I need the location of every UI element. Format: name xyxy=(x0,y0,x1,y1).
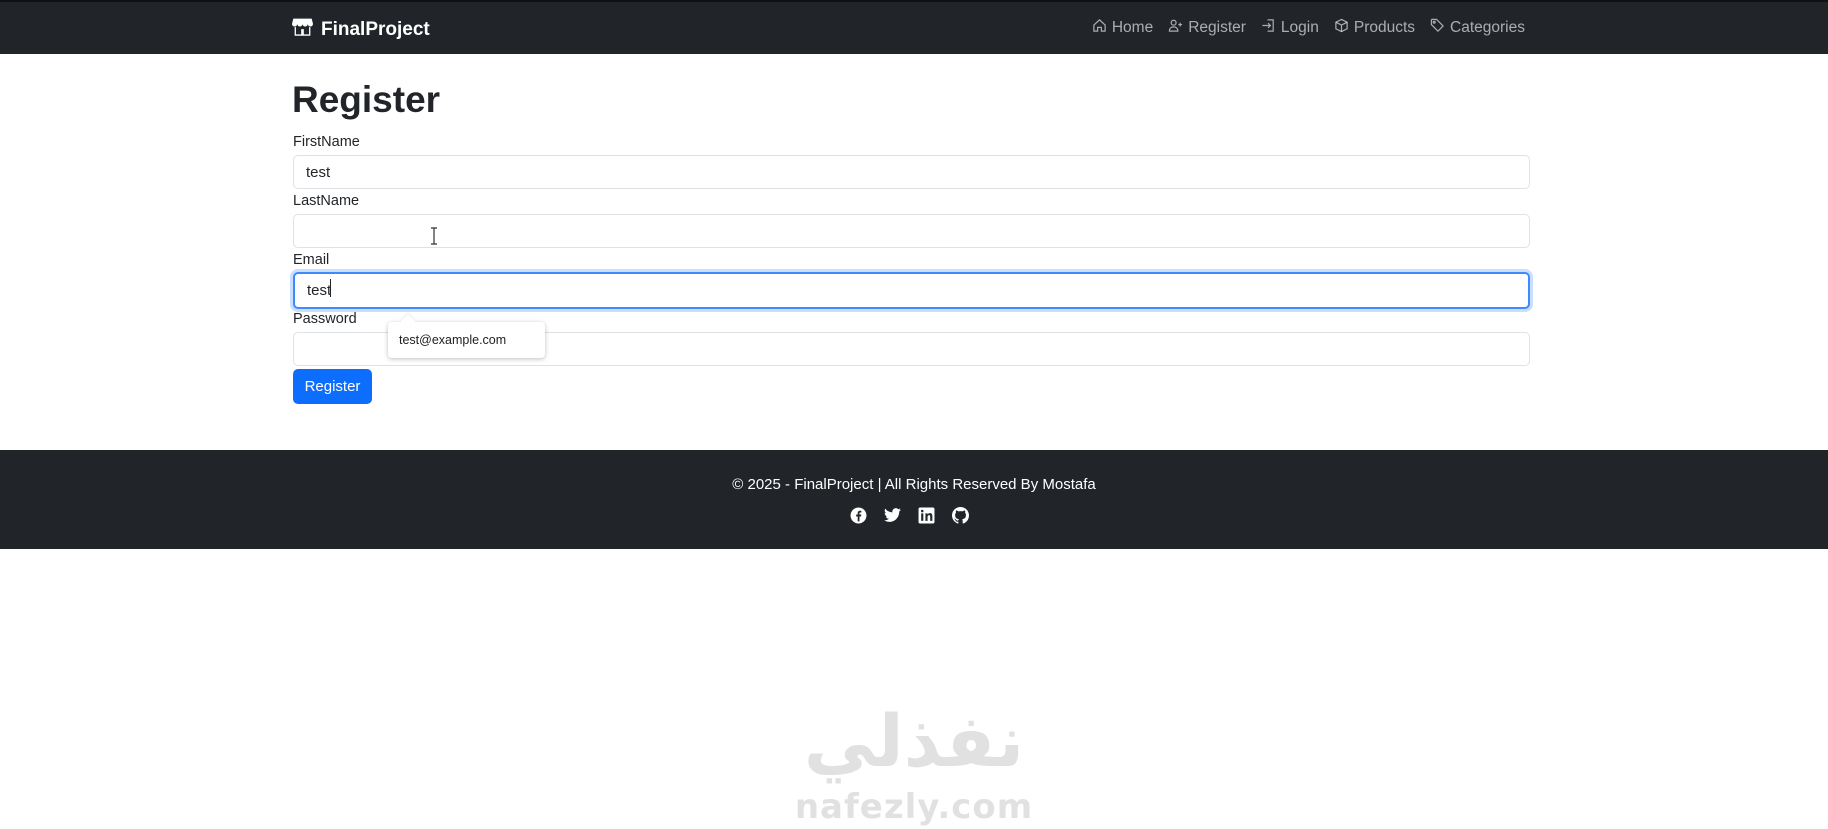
house-icon xyxy=(1092,18,1107,38)
linkedin-icon[interactable] xyxy=(918,507,935,524)
nav-categories-label: Categories xyxy=(1450,19,1525,36)
facebook-icon[interactable] xyxy=(850,507,867,524)
tags-icon xyxy=(1430,18,1445,38)
nav-home[interactable]: Home xyxy=(1092,18,1153,38)
box-arrow-in-icon xyxy=(1261,18,1276,38)
github-icon[interactable] xyxy=(952,507,969,524)
watermark-logo-latin: nafezly.com xyxy=(794,787,1034,827)
email-label: Email xyxy=(293,252,330,268)
social-links xyxy=(850,507,969,524)
footer: © 2025 - FinalProject | All Rights Reser… xyxy=(0,450,1828,549)
last-name-field[interactable] xyxy=(293,214,1530,248)
nav-products-label: Products xyxy=(1353,19,1416,36)
first-name-label: FirstName xyxy=(293,134,360,150)
box-icon xyxy=(1334,18,1349,38)
brand-link[interactable]: FinalProject xyxy=(292,16,430,43)
text-cursor-icon xyxy=(431,227,437,245)
register-button[interactable]: Register xyxy=(293,369,372,404)
brand-label: FinalProject xyxy=(321,18,430,40)
autocomplete-suggestion[interactable]: test@example.com xyxy=(388,322,545,358)
footer-copyright: © 2025 - FinalProject | All Rights Reser… xyxy=(732,476,1096,493)
twitter-icon[interactable] xyxy=(884,507,901,524)
autocomplete-suggestion-label: test@example.com xyxy=(399,333,507,347)
watermark-logo-arabic: نفذلي xyxy=(803,699,1025,783)
nav-home-label: Home xyxy=(1111,19,1154,36)
password-label: Password xyxy=(293,311,357,327)
nav-register-label: Register xyxy=(1188,19,1246,36)
navbar: FinalProject Home Register Login Product… xyxy=(0,0,1828,54)
email-field[interactable] xyxy=(293,272,1530,309)
nav-login-label: Login xyxy=(1280,19,1319,36)
nav-register[interactable]: Register xyxy=(1168,18,1246,38)
page-title: Register xyxy=(292,79,441,120)
person-plus-icon xyxy=(1168,18,1183,38)
text-caret xyxy=(330,279,331,297)
last-name-label: LastName xyxy=(293,193,360,209)
shop-icon xyxy=(292,16,313,43)
nav-links: Home Register Login Products Categories xyxy=(1092,18,1525,38)
nav-categories[interactable]: Categories xyxy=(1430,18,1525,38)
first-name-field[interactable] xyxy=(293,155,1530,189)
nav-products[interactable]: Products xyxy=(1334,18,1415,38)
nav-login[interactable]: Login xyxy=(1261,18,1319,38)
